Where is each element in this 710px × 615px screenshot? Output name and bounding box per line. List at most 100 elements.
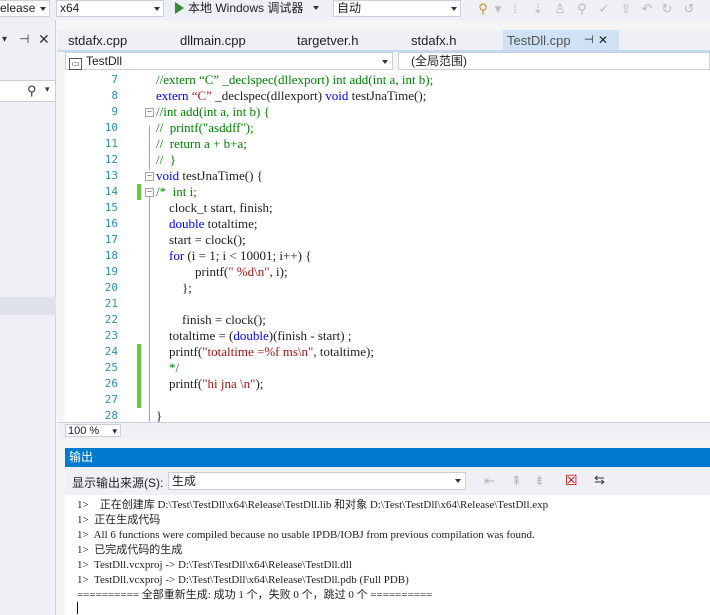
code-text: printf("totaltime =%f ms\n", totaltime); — [156, 344, 374, 359]
search-box[interactable]: ⚲ ▾ — [0, 80, 55, 102]
selected-tree-item[interactable] — [0, 297, 56, 315]
project-scope-dropdown[interactable]: ▭ TestDll — [65, 52, 393, 70]
line-number: 7 — [111, 73, 118, 86]
dotted-selection-icon[interactable]: ⁞ — [508, 1, 522, 16]
start-debugger-button[interactable]: 本地 Windows 调试器 — [170, 0, 330, 17]
zoom-dropdown[interactable]: 100 % ▾ — [65, 424, 121, 437]
tab-stdafx-h[interactable]: stdafx.h — [411, 30, 457, 51]
code-line: 14 −/* int i; — [65, 184, 710, 200]
platform-value: x64 — [60, 1, 80, 15]
line-number: 16 — [104, 217, 118, 230]
line-number: 25 — [104, 361, 118, 374]
step-icon[interactable]: ⇣ — [531, 1, 545, 16]
configuration-dropdown[interactable]: elease — [0, 0, 50, 17]
document-tab-bar: stdafx.cpp dllmain.cpp targetver.h stdaf… — [57, 30, 710, 51]
code-line: 23 totaltime = (double)(finish - start) … — [65, 328, 710, 344]
chevron-down-icon[interactable]: ▾ — [45, 84, 50, 95]
code-editor[interactable]: 7 //extern “C” _declspec(dllexport) int a… — [65, 70, 710, 422]
chevron-down-icon[interactable]: ▾ — [494, 1, 502, 16]
history-icon[interactable]: ↻ — [660, 1, 674, 16]
code-text: }; — [156, 280, 192, 295]
tab-testdll-cpp[interactable]: TestDll.cpp ⊣ ✕ — [503, 30, 619, 51]
collapse-icon[interactable]: − — [145, 108, 154, 117]
line-number: 11 — [104, 137, 118, 150]
change-indicator — [137, 344, 141, 360]
collapse-icon[interactable]: − — [145, 172, 154, 181]
global-scope-dropdown[interactable]: (全局范围) — [398, 52, 710, 70]
output-text-area[interactable]: 1> 正在创建库 D:\Test\TestDll\x64\Release\Tes… — [65, 495, 710, 615]
close-icon[interactable]: ✕ — [38, 31, 50, 48]
close-icon[interactable]: ✕ — [598, 30, 608, 51]
code-text: printf(" %d\n", i); — [156, 264, 288, 279]
code-line: 26 printf("hi jna \n"); — [65, 376, 710, 392]
code-text: } — [156, 408, 163, 422]
code-line: 28} — [65, 408, 710, 422]
start-debugger-label: 本地 Windows 调试器 — [188, 1, 304, 15]
code-text: double totaltime; — [169, 216, 258, 231]
code-line: 13 − void testJnaTime() { — [65, 168, 710, 184]
search-icon[interactable]: ⚲ — [27, 83, 37, 99]
undo-icon[interactable]: ↶ — [640, 1, 654, 16]
code-line: 19 printf(" %d\n", i); — [65, 264, 710, 280]
bookmark-icon[interactable]: ⚲ — [575, 1, 589, 16]
output-line: 1> 正在创建库 D:\Test\TestDll\x64\Release\Tes… — [77, 499, 549, 511]
solution-mode-dropdown[interactable]: 自动 — [333, 0, 461, 17]
code-line: 27 — [65, 392, 710, 408]
change-indicator — [137, 376, 141, 392]
output-source-dropdown[interactable]: 生成 — [168, 472, 466, 490]
pin-icon[interactable]: ⊣ — [584, 30, 594, 51]
line-number: 10 — [104, 121, 118, 134]
dropdown-arrow-icon[interactable]: ▾ — [2, 34, 7, 45]
line-number: 22 — [104, 313, 118, 326]
line-number: 19 — [104, 265, 118, 278]
code-text: totaltime = (double)(finish - start) ; — [156, 328, 352, 343]
refresh-icon[interactable]: ↺ — [682, 1, 696, 16]
scope-value: (全局范围) — [411, 54, 467, 68]
cpp-file-icon: ▭ — [69, 58, 82, 70]
chevron-down-icon — [451, 7, 457, 11]
code-line: 24 printf("totaltime =%f ms\n", totaltim… — [65, 344, 710, 360]
collapse-icon[interactable]: − — [145, 188, 154, 197]
editor-status-bar: 100 % ▾ — [57, 422, 710, 439]
line-number: 20 — [104, 281, 118, 294]
output-line: 1> 已完成代码的生成 — [77, 544, 183, 556]
find-icon[interactable]: ⚲ — [476, 1, 490, 16]
check-icon[interactable]: ✓ — [597, 1, 611, 16]
tab-dllmain-cpp[interactable]: dllmain.cpp — [180, 30, 246, 51]
code-text: start = clock(); — [156, 232, 246, 247]
clear-all-icon[interactable]: ☒ — [565, 472, 578, 489]
upload-icon[interactable]: ⇪ — [619, 1, 633, 16]
next-message-icon[interactable]: ⇟ — [534, 473, 545, 489]
goto-previous-icon[interactable]: ⇤ — [484, 473, 495, 489]
zoom-value: 100 % — [68, 425, 100, 437]
word-wrap-icon[interactable]: ⇆ — [594, 472, 605, 488]
code-text: //extern “C” _declspec(dllexport) int ad… — [156, 72, 434, 87]
chevron-down-icon — [382, 60, 388, 64]
line-number: 15 — [104, 201, 118, 214]
chevron-down-icon — [154, 7, 160, 11]
tab-targetver-h[interactable]: targetver.h — [297, 30, 358, 51]
step-over-icon[interactable]: ♙ — [553, 1, 567, 16]
solution-mode-value: 自动 — [337, 1, 362, 15]
line-number: 8 — [111, 89, 118, 102]
line-number: 13 — [104, 169, 118, 182]
code-line: 21 — [65, 296, 710, 312]
output-line: 1> 正在生成代码 — [77, 514, 161, 526]
platform-dropdown[interactable]: x64 — [56, 0, 164, 17]
tab-label: targetver.h — [297, 33, 359, 48]
left-tool-pane: ▾ ⊣ ✕ ⚲ ▾ — [0, 20, 56, 615]
output-title: 输出 — [69, 450, 94, 464]
code-text: /* int i; — [156, 184, 197, 199]
tab-stdafx-cpp[interactable]: stdafx.cpp — [68, 30, 127, 51]
pin-icon[interactable]: ⊣ — [19, 32, 29, 46]
change-indicator — [137, 360, 141, 376]
code-text: // printf("asddff"); — [156, 120, 254, 135]
output-toolbar: 显示输出来源(S): 生成 ⇤ ⇞ ⇟ ☒ ⇆ — [65, 467, 710, 495]
previous-message-icon[interactable]: ⇞ — [511, 473, 522, 489]
tab-label: stdafx.h — [411, 33, 457, 48]
code-line: 16 double totaltime; — [65, 216, 710, 232]
tab-label: dllmain.cpp — [180, 33, 246, 48]
line-number: 9 — [111, 105, 118, 118]
line-number: 28 — [104, 409, 118, 422]
code-text: extern “C” _declspec(dllexport) void tes… — [156, 88, 427, 103]
